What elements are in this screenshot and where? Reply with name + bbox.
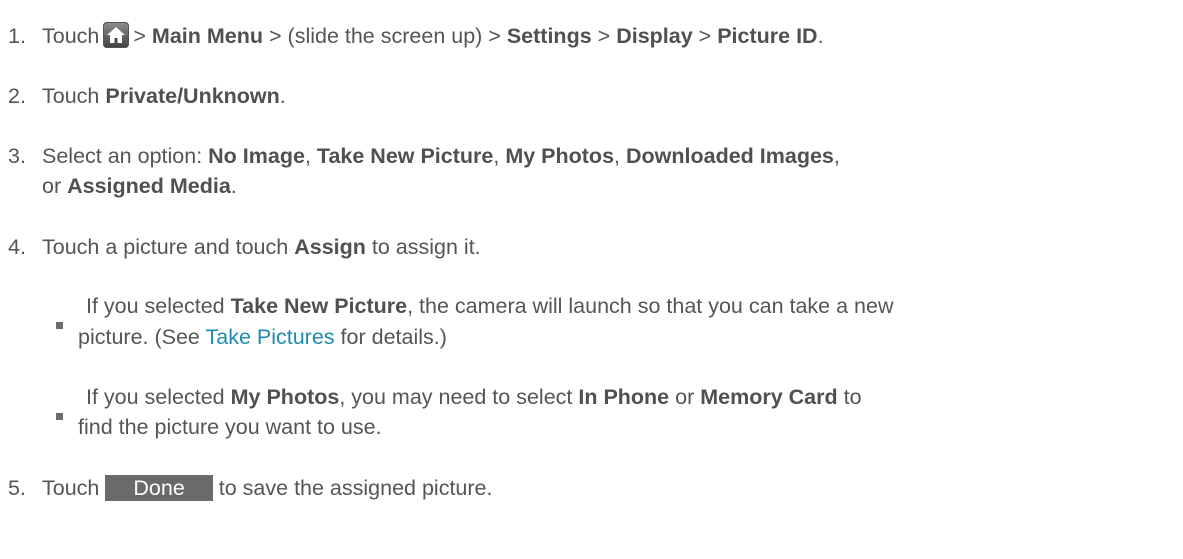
step-number: 2. [8, 84, 26, 108]
step-4: 4. Touch a picture and touch Assign to as… [0, 234, 481, 260]
bullet-text: , you may need to select [339, 385, 573, 409]
step-text: , [614, 144, 621, 168]
action-assign: Assign [294, 235, 366, 259]
bullet-item-1: If you selected Take New Picture, the ca… [0, 293, 894, 329]
step-number: 5. [8, 476, 26, 500]
step-text: Touch [42, 476, 100, 500]
option-my-photos: My Photos [230, 385, 340, 409]
bullet-text: If you selected [86, 294, 225, 318]
option-take-new-picture: Take New Picture [316, 144, 494, 168]
step-text: > [133, 24, 146, 48]
step-3-continued: or Assigned Media. [0, 173, 237, 199]
bullet-text: picture. (See [78, 325, 200, 349]
menu-picture-id: Picture ID [717, 24, 818, 48]
option-private-unknown: Private/Unknown [105, 84, 280, 108]
option-take-new-picture: Take New Picture [230, 294, 408, 318]
take-pictures-link[interactable]: Take Pictures [206, 325, 335, 349]
bullet-text: find the picture you want to use. [78, 415, 382, 439]
home-icon [103, 22, 130, 48]
step-number: 4. [8, 235, 26, 259]
bullet-text: or [675, 385, 695, 409]
step-1: 1. Touch > Main Menu > (slide the screen u… [0, 22, 824, 49]
bullet-text: to [843, 385, 862, 409]
step-text: to save the assigned picture. [218, 476, 493, 500]
option-downloaded-images: Downloaded Images [626, 144, 834, 168]
step-text: Touch [42, 84, 100, 108]
option-assigned-media: Assigned Media [67, 174, 231, 198]
bullet-text: , the camera will launch so that you can… [407, 294, 894, 318]
step-5: 5. Touch Done to save the assigned picture. [0, 475, 492, 501]
step-number: 1. [8, 24, 26, 48]
bullet-item-2-continued: find the picture you want to use. [0, 414, 382, 440]
done-button[interactable]: Done [105, 475, 213, 501]
bullet-text: If you selected [86, 385, 225, 409]
step-text: , [493, 144, 500, 168]
step-text: or [42, 174, 62, 198]
menu-display: Display [616, 24, 693, 48]
step-text: Touch [42, 24, 100, 48]
bullet-text: for details.) [340, 325, 447, 349]
menu-main-menu: Main Menu [151, 24, 264, 48]
step-text: Touch a picture and touch [42, 235, 289, 259]
step-text: . [817, 24, 824, 48]
menu-settings: Settings [506, 24, 592, 48]
option-my-photos: My Photos [505, 144, 615, 168]
step-text: Select an option: [42, 144, 203, 168]
step-text: , [304, 144, 311, 168]
document-page: 1. Touch > Main Menu > (slide the screen u… [0, 0, 1183, 559]
step-number: 3. [8, 144, 26, 168]
bullet-item-1-continued: picture. (See Take Pictures for details.… [0, 324, 447, 350]
step-text: > [698, 24, 712, 48]
step-text: to assign it. [371, 235, 481, 259]
step-text: > (slide the screen up) > [269, 24, 501, 48]
bullet-item-2: If you selected My Photos, you may need … [0, 384, 862, 420]
step-text: > [597, 24, 611, 48]
step-3: 3. Select an option: No Image, Take New P… [0, 143, 840, 169]
option-memory-card: Memory Card [700, 385, 838, 409]
option-in-phone: In Phone [578, 385, 670, 409]
option-no-image: No Image [208, 144, 305, 168]
step-text: . [279, 84, 286, 108]
step-text: . [230, 174, 237, 198]
step-text: , [833, 144, 840, 168]
step-2: 2. Touch Private/Unknown. [0, 83, 286, 109]
